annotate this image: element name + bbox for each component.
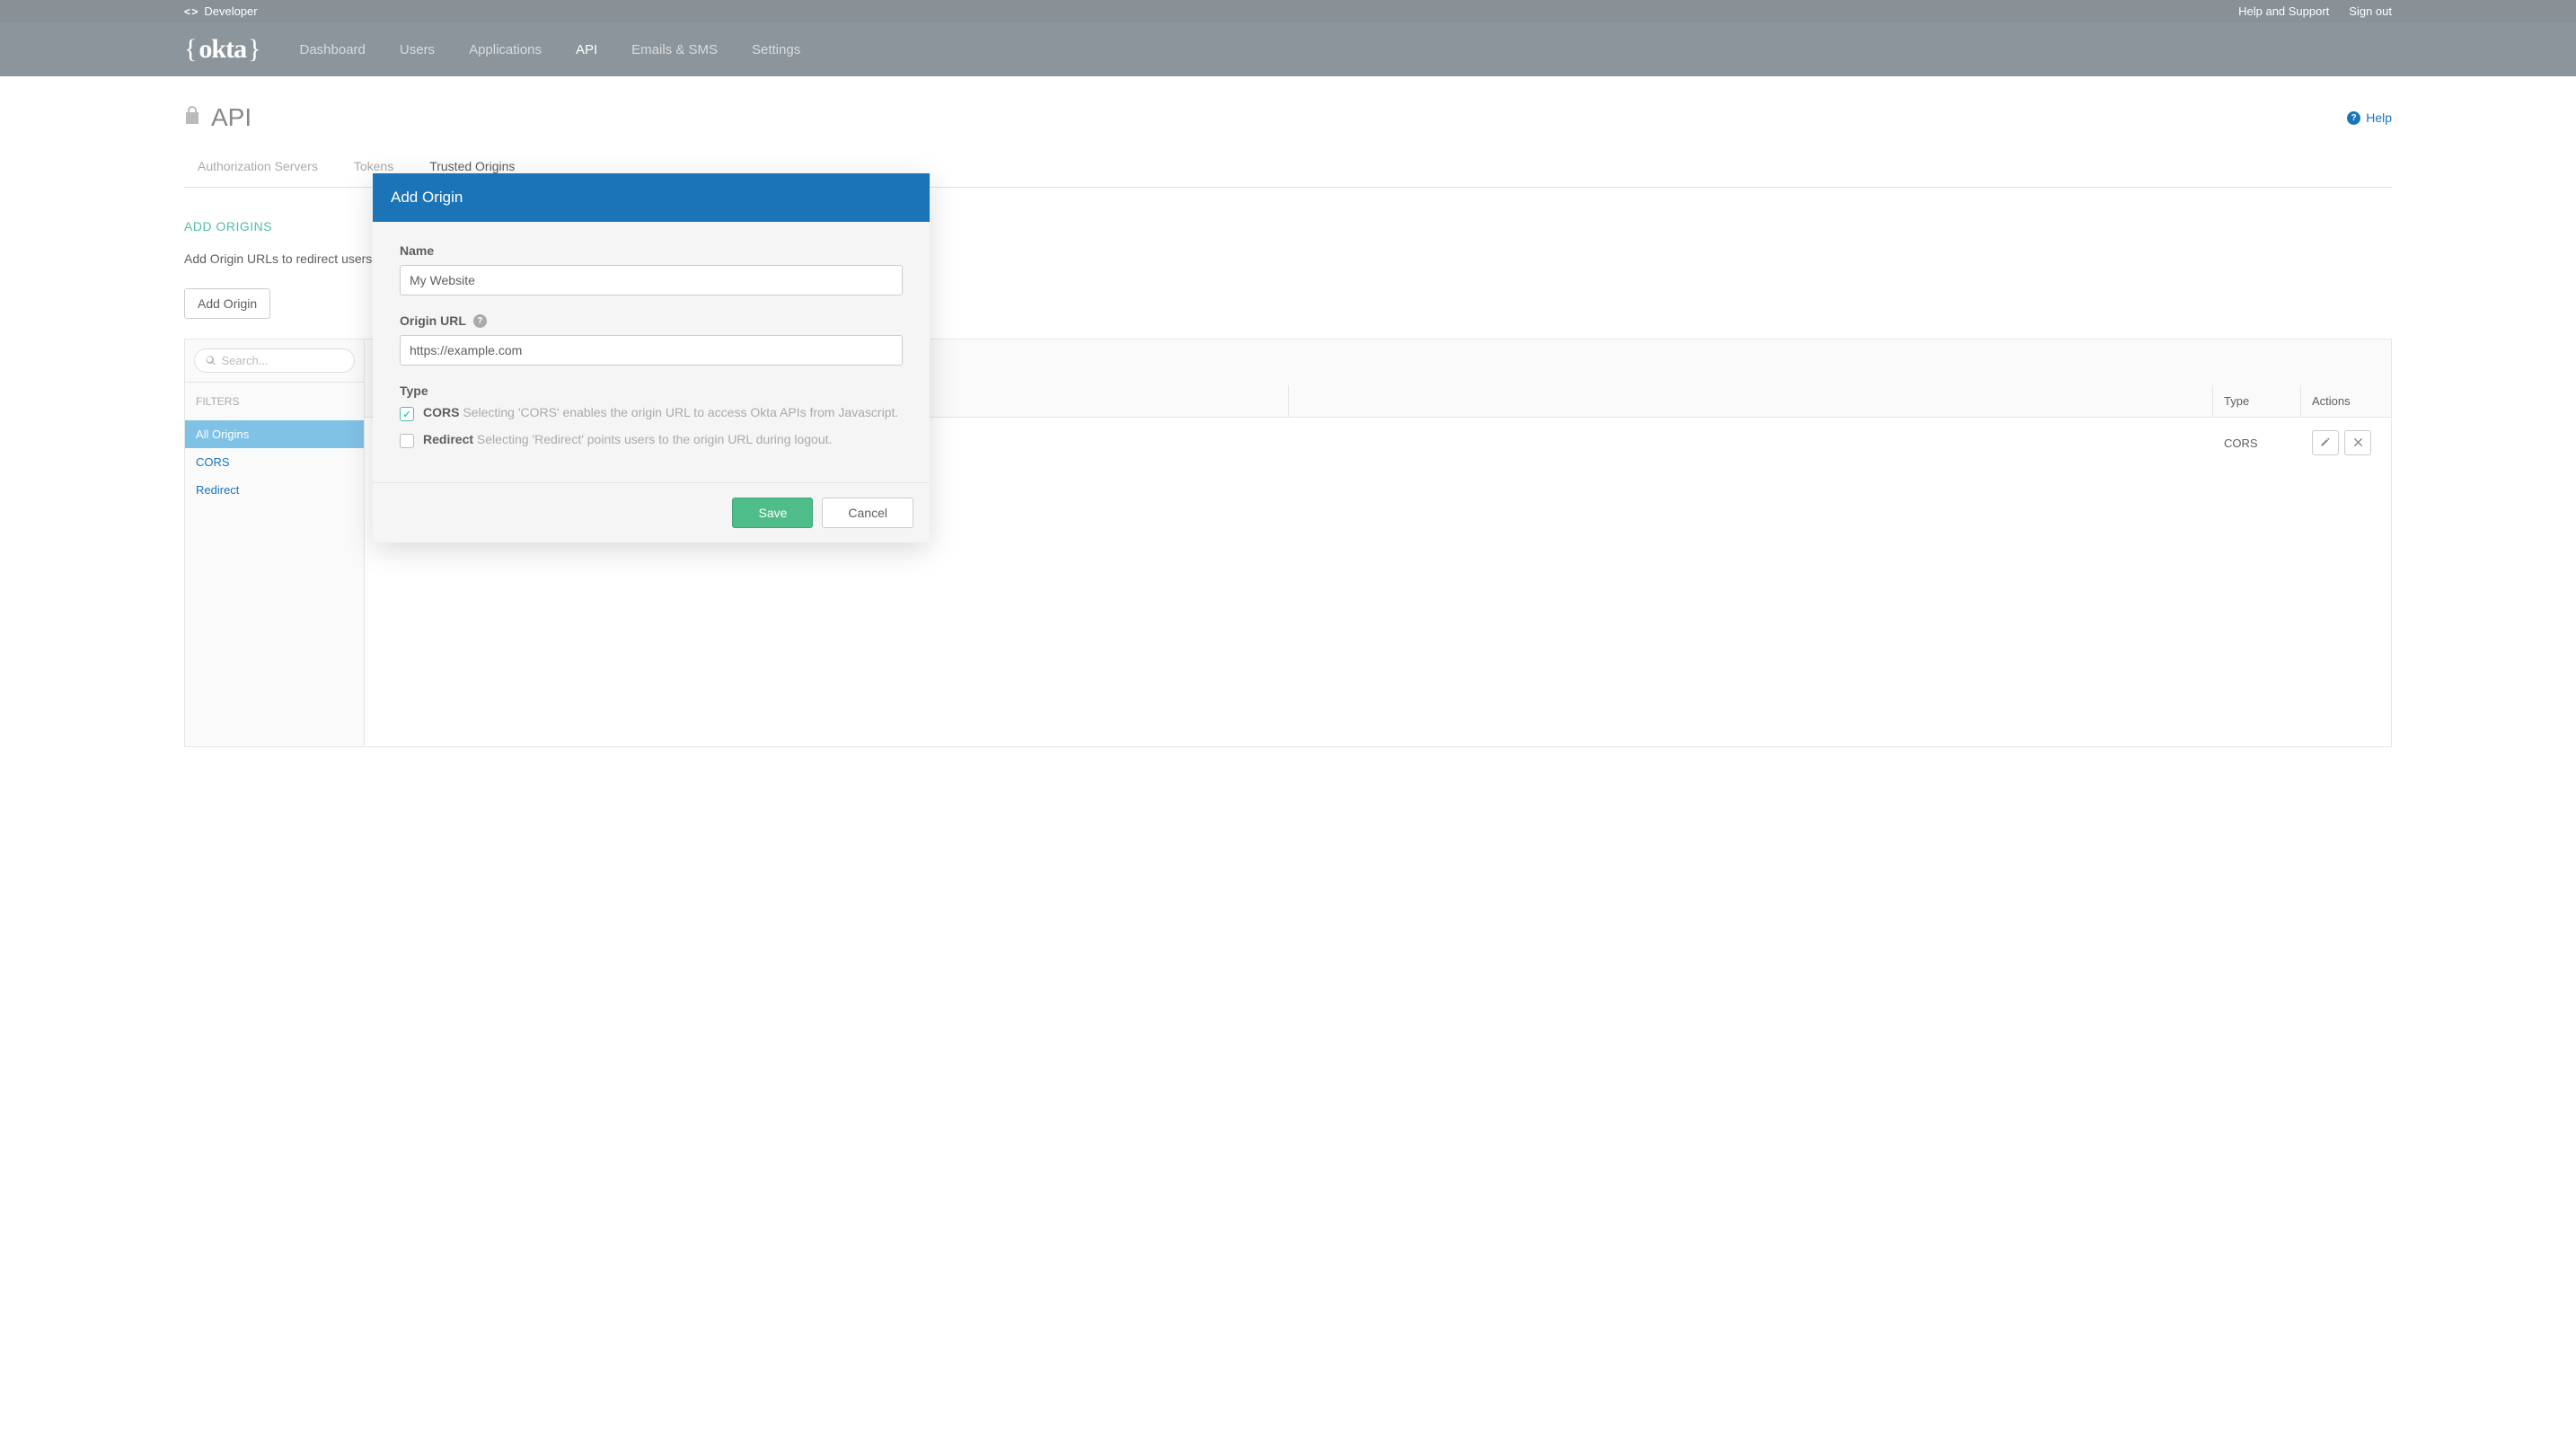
search-input-wrap[interactable] [194,348,355,373]
redirect-checkbox-label: Redirect [423,432,473,446]
help-link[interactable]: ? Help [2347,110,2392,125]
modal-title: Add Origin [373,173,930,222]
filter-all-origins[interactable]: All Origins [185,420,364,448]
help-support-link[interactable]: Help and Support [2238,4,2329,18]
navbar: {okta} Dashboard Users Applications API … [0,22,2576,76]
origin-url-input[interactable] [400,335,903,366]
cell-type: CORS [2213,431,2301,455]
signout-link[interactable]: Sign out [2349,4,2392,18]
pencil-icon [2320,436,2331,450]
nav-applications[interactable]: Applications [469,42,542,57]
checkmark-icon: ✓ [402,409,410,420]
name-label: Name [400,243,903,258]
column-actions: Actions [2301,385,2391,417]
help-circle-icon[interactable]: ? [473,314,487,328]
nav-api[interactable]: API [576,42,597,57]
nav-dashboard[interactable]: Dashboard [300,42,366,57]
cors-checkbox[interactable]: ✓ [400,407,414,421]
add-origin-modal: Add Origin Name Origin URL ? Type ✓ CORS… [373,173,930,542]
redirect-desc-text: Selecting 'Redirect' points users to the… [477,432,833,446]
type-label: Type [400,383,903,398]
nav-settings[interactable]: Settings [752,42,800,57]
topbar: < > Developer Help and Support Sign out [0,0,2576,22]
search-input[interactable] [222,354,343,367]
code-icon: < > [184,5,197,18]
redirect-checkbox[interactable] [400,434,414,448]
okta-logo: {okta} [184,34,261,65]
cors-desc-text: Selecting 'CORS' enables the origin URL … [463,405,898,419]
add-origin-button[interactable]: Add Origin [184,288,270,319]
cancel-button[interactable]: Cancel [822,498,913,528]
tab-authorization-servers[interactable]: Authorization Servers [198,159,318,187]
nav-users[interactable]: Users [400,42,435,57]
save-button[interactable]: Save [732,498,813,528]
name-input[interactable] [400,265,903,295]
filter-cors[interactable]: CORS [185,448,364,476]
filters-sidebar: FILTERS All Origins CORS Redirect [185,339,365,746]
lock-icon [184,105,200,130]
close-icon [2353,436,2363,450]
cors-checkbox-label: CORS [423,405,459,419]
help-icon: ? [2347,111,2360,125]
delete-button[interactable] [2344,430,2371,455]
column-type: Type [2213,385,2301,417]
developer-link[interactable]: Developer [204,4,257,18]
nav-emails-sms[interactable]: Emails & SMS [631,42,718,57]
filter-redirect[interactable]: Redirect [185,476,364,504]
help-label: Help [2366,110,2392,125]
edit-button[interactable] [2312,430,2339,455]
page-title: API [211,103,251,132]
filters-label: FILTERS [185,382,364,420]
origin-url-label: Origin URL [400,313,466,328]
search-icon [206,355,216,366]
